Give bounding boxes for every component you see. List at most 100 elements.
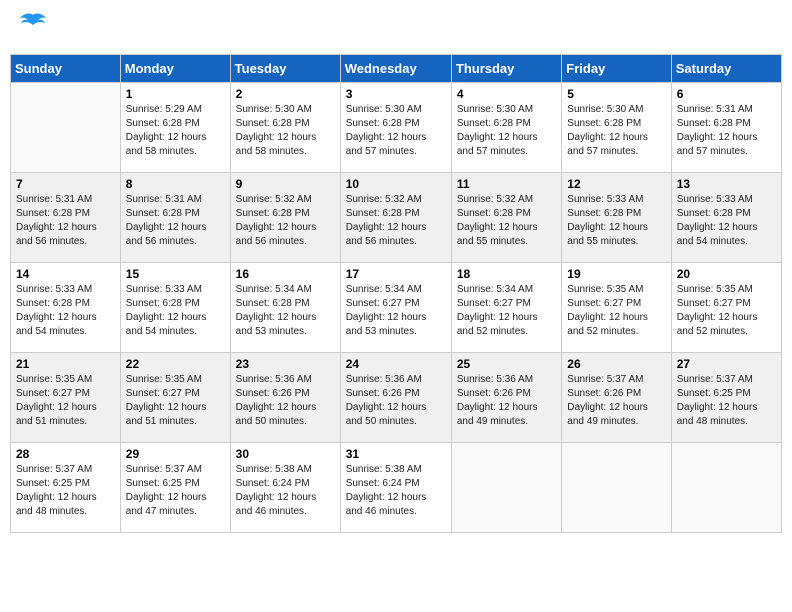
calendar-cell: 18 Sunrise: 5:34 AM Sunset: 6:27 PM Dayli…	[451, 263, 561, 353]
weekday-header-thursday: Thursday	[451, 55, 561, 83]
weekday-header-saturday: Saturday	[671, 55, 781, 83]
day-info: Sunrise: 5:31 AM Sunset: 6:28 PM Dayligh…	[126, 193, 225, 249]
day-info: Sunrise: 5:36 AM Sunset: 6:26 PM Dayligh…	[236, 373, 335, 429]
calendar-cell: 12Sunrise: 5:33 AM Sunset: 6:28 PM Dayli…	[562, 173, 671, 263]
calendar-cell: 8 Sunrise: 5:31 AM Sunset: 6:28 PM Daylig…	[120, 173, 230, 263]
day-info: Sunrise: 5:33 AM Sunset: 6:28 PM Dayligh…	[567, 193, 665, 249]
day-info: Sunrise: 5:35 AM Sunset: 6:27 PM Dayligh…	[126, 373, 225, 429]
day-info: Sunrise: 5:29 AM Sunset: 6:28 PM Dayligh…	[126, 103, 225, 159]
day-number: 14	[16, 267, 115, 281]
day-info: Sunrise: 5:30 AM Sunset: 6:28 PM Dayligh…	[457, 103, 556, 159]
day-number: 16	[236, 267, 335, 281]
day-number: 18	[457, 267, 556, 281]
logo	[14, 10, 48, 46]
day-info: Sunrise: 5:32 AM Sunset: 6:28 PM Dayligh…	[236, 193, 335, 249]
calendar-cell: 14 Sunrise: 5:33 AM Sunset: 6:28 PM Dayli…	[11, 263, 121, 353]
calendar-cell: 6Sunrise: 5:31 AM Sunset: 6:28 PM Daylig…	[671, 83, 781, 173]
calendar-cell: 23 Sunrise: 5:36 AM Sunset: 6:26 PM Dayli…	[230, 353, 340, 443]
calendar-cell: 24 Sunrise: 5:36 AM Sunset: 6:26 PM Dayli…	[340, 353, 451, 443]
calendar-cell: 15Sunrise: 5:33 AM Sunset: 6:28 PM Dayli…	[120, 263, 230, 353]
calendar-cell: 5 Sunrise: 5:30 AM Sunset: 6:28 PM Daylig…	[562, 83, 671, 173]
day-number: 3	[346, 87, 446, 101]
day-info: Sunrise: 5:31 AM Sunset: 6:28 PM Dayligh…	[677, 103, 776, 159]
week-row-4: 21 Sunrise: 5:35 AM Sunset: 6:27 PM Dayli…	[11, 353, 782, 443]
day-number: 17	[346, 267, 446, 281]
day-info: Sunrise: 5:34 AM Sunset: 6:28 PM Dayligh…	[236, 283, 335, 339]
day-number: 21	[16, 357, 115, 371]
day-number: 24	[346, 357, 446, 371]
weekday-header-sunday: Sunday	[11, 55, 121, 83]
calendar-cell: 25 Sunrise: 5:36 AM Sunset: 6:26 PM Dayli…	[451, 353, 561, 443]
day-info: Sunrise: 5:35 AM Sunset: 6:27 PM Dayligh…	[677, 283, 776, 339]
calendar-cell	[451, 443, 561, 533]
bird-icon	[18, 10, 48, 46]
day-number: 13	[677, 177, 776, 191]
week-row-3: 14 Sunrise: 5:33 AM Sunset: 6:28 PM Dayli…	[11, 263, 782, 353]
day-number: 4	[457, 87, 556, 101]
calendar-cell: 10 Sunrise: 5:32 AM Sunset: 6:28 PM Dayli…	[340, 173, 451, 263]
day-info: Sunrise: 5:32 AM Sunset: 6:28 PM Dayligh…	[346, 193, 446, 249]
calendar-cell: 4 Sunrise: 5:30 AM Sunset: 6:28 PM Daylig…	[451, 83, 561, 173]
calendar-cell	[671, 443, 781, 533]
calendar-cell: 3Sunrise: 5:30 AM Sunset: 6:28 PM Daylig…	[340, 83, 451, 173]
day-number: 22	[126, 357, 225, 371]
week-row-5: 28 Sunrise: 5:37 AM Sunset: 6:25 PM Dayli…	[11, 443, 782, 533]
calendar-cell: 27 Sunrise: 5:37 AM Sunset: 6:25 PM Dayli…	[671, 353, 781, 443]
day-info: Sunrise: 5:30 AM Sunset: 6:28 PM Dayligh…	[236, 103, 335, 159]
day-info: Sunrise: 5:33 AM Sunset: 6:28 PM Dayligh…	[677, 193, 776, 249]
calendar-cell: 28Sunrise: 5:37 AM Sunset: 6:25 PM Dayli…	[11, 443, 121, 533]
day-number: 11	[457, 177, 556, 191]
day-number: 27	[677, 357, 776, 371]
day-info: Sunrise: 5:37 AM Sunset: 6:25 PM Dayligh…	[677, 373, 776, 429]
calendar-cell: 11 Sunrise: 5:32 AM Sunset: 6:28 PM Dayli…	[451, 173, 561, 263]
day-number: 25	[457, 357, 556, 371]
day-info: Sunrise: 5:33 AM Sunset: 6:28 PM Dayligh…	[16, 283, 115, 339]
calendar-cell: 13 Sunrise: 5:33 AM Sunset: 6:28 PM Dayli…	[671, 173, 781, 263]
day-info: Sunrise: 5:36 AM Sunset: 6:26 PM Dayligh…	[346, 373, 446, 429]
calendar-cell	[562, 443, 671, 533]
day-number: 29	[126, 447, 225, 461]
day-number: 10	[346, 177, 446, 191]
day-number: 31	[346, 447, 446, 461]
calendar-cell	[11, 83, 121, 173]
day-info: Sunrise: 5:34 AM Sunset: 6:27 PM Dayligh…	[457, 283, 556, 339]
day-info: Sunrise: 5:38 AM Sunset: 6:24 PM Dayligh…	[346, 463, 446, 519]
calendar-cell: 30 Sunrise: 5:38 AM Sunset: 6:24 PM Dayli…	[230, 443, 340, 533]
day-number: 15	[126, 267, 225, 281]
day-info: Sunrise: 5:32 AM Sunset: 6:28 PM Dayligh…	[457, 193, 556, 249]
day-number: 5	[567, 87, 665, 101]
calendar-cell: 19Sunrise: 5:35 AM Sunset: 6:27 PM Dayli…	[562, 263, 671, 353]
calendar-cell: 16 Sunrise: 5:34 AM Sunset: 6:28 PM Dayli…	[230, 263, 340, 353]
day-info: Sunrise: 5:30 AM Sunset: 6:28 PM Dayligh…	[567, 103, 665, 159]
day-number: 2	[236, 87, 335, 101]
calendar-table: SundayMondayTuesdayWednesdayThursdayFrid…	[10, 54, 782, 533]
day-number: 1	[126, 87, 225, 101]
week-row-1: 1 Sunrise: 5:29 AM Sunset: 6:28 PM Daylig…	[11, 83, 782, 173]
day-number: 7	[16, 177, 115, 191]
day-info: Sunrise: 5:31 AM Sunset: 6:28 PM Dayligh…	[16, 193, 115, 249]
day-info: Sunrise: 5:38 AM Sunset: 6:24 PM Dayligh…	[236, 463, 335, 519]
calendar-cell: 17 Sunrise: 5:34 AM Sunset: 6:27 PM Dayli…	[340, 263, 451, 353]
week-row-2: 7 Sunrise: 5:31 AM Sunset: 6:28 PM Daylig…	[11, 173, 782, 263]
day-number: 8	[126, 177, 225, 191]
day-number: 28	[16, 447, 115, 461]
day-info: Sunrise: 5:37 AM Sunset: 6:25 PM Dayligh…	[126, 463, 225, 519]
calendar-cell: 20 Sunrise: 5:35 AM Sunset: 6:27 PM Dayli…	[671, 263, 781, 353]
day-number: 9	[236, 177, 335, 191]
weekday-header-wednesday: Wednesday	[340, 55, 451, 83]
weekday-header-friday: Friday	[562, 55, 671, 83]
calendar-cell: 26 Sunrise: 5:37 AM Sunset: 6:26 PM Dayli…	[562, 353, 671, 443]
day-info: Sunrise: 5:37 AM Sunset: 6:26 PM Dayligh…	[567, 373, 665, 429]
day-info: Sunrise: 5:36 AM Sunset: 6:26 PM Dayligh…	[457, 373, 556, 429]
day-number: 26	[567, 357, 665, 371]
day-info: Sunrise: 5:35 AM Sunset: 6:27 PM Dayligh…	[567, 283, 665, 339]
calendar-cell: 21Sunrise: 5:35 AM Sunset: 6:27 PM Dayli…	[11, 353, 121, 443]
calendar-cell: 2 Sunrise: 5:30 AM Sunset: 6:28 PM Daylig…	[230, 83, 340, 173]
calendar-cell: 29 Sunrise: 5:37 AM Sunset: 6:25 PM Dayli…	[120, 443, 230, 533]
day-number: 20	[677, 267, 776, 281]
calendar-cell: 1 Sunrise: 5:29 AM Sunset: 6:28 PM Daylig…	[120, 83, 230, 173]
day-info: Sunrise: 5:34 AM Sunset: 6:27 PM Dayligh…	[346, 283, 446, 339]
day-number: 30	[236, 447, 335, 461]
calendar-cell: 7 Sunrise: 5:31 AM Sunset: 6:28 PM Daylig…	[11, 173, 121, 263]
day-number: 23	[236, 357, 335, 371]
